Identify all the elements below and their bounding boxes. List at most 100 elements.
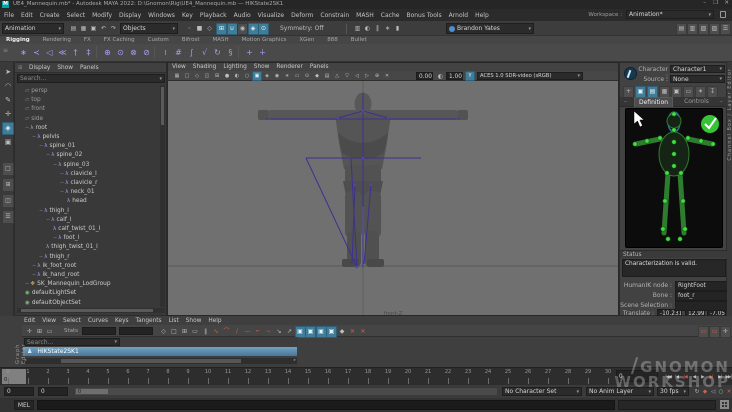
graph-editor-menu-list[interactable]: List [169, 318, 179, 324]
outliner-item-calf-l[interactable]: −λ calf_l [46, 216, 71, 224]
graph-editor-channel-row[interactable]: ♟ HIKState2SK1 [23, 347, 297, 356]
lasso-tool-icon[interactable]: ◠ [2, 80, 14, 93]
viewport-toggle-icon-0[interactable]: ▦ [172, 71, 182, 81]
outliner-item-foot-l[interactable]: −λ foot_l [53, 234, 79, 242]
viewport-toggle-icon-12[interactable]: ▭ [292, 71, 302, 81]
hik-control-rig-icon[interactable]: ‡ [83, 46, 94, 58]
unify-tangents-icon[interactable]: ▣ [315, 326, 327, 338]
shelf-tab-bifrost[interactable]: Bifrost [182, 37, 200, 43]
character-set-select[interactable]: No Character Set ▾ [502, 387, 582, 396]
move-tool-icon[interactable]: ✛ [2, 108, 14, 121]
swap-buffer-curve-icon[interactable]: ▭ [709, 326, 720, 338]
character-definition-map[interactable] [625, 108, 723, 248]
snap-to-curve-icon[interactable]: ∪ [226, 23, 238, 35]
expand-toggle-icon[interactable]: − [39, 143, 43, 149]
menu-modify[interactable]: Modify [92, 12, 112, 19]
minimize-button[interactable]: – [703, 0, 706, 6]
viewport-toggle-icon-1[interactable]: □ [182, 71, 192, 81]
viewport-toggle-icon-20[interactable]: ⊕ [372, 71, 382, 81]
expand-toggle-icon[interactable]: − [53, 235, 57, 241]
range-slider[interactable]: 0 [74, 387, 498, 396]
outliner-item-ik-foot-root[interactable]: −λ ik_foot_root [32, 262, 76, 270]
viewport-toggle-icon-9[interactable]: ◈ [262, 71, 272, 81]
command-input[interactable] [37, 400, 615, 410]
graph-editor-menu-tangents[interactable]: Tangents [136, 318, 162, 324]
expand-toggle-icon[interactable]: − [39, 254, 43, 260]
outliner-item-pelvis[interactable]: −λ pelvis [32, 133, 59, 141]
script-editor-icon[interactable] [720, 400, 729, 409]
panel-menu-icon[interactable]: ⊞ [18, 65, 22, 71]
break-tangents-icon[interactable]: ▣ [305, 326, 316, 338]
viewport-toggle-icon-8[interactable]: ▣ [252, 71, 262, 81]
snap-to-grid-icon[interactable]: ⊞ [216, 23, 227, 35]
lock-tangent-weight-icon[interactable]: ◆ [337, 326, 348, 338]
shelf-tab-fx[interactable]: FX [84, 37, 91, 43]
workspace-lock-icon[interactable] [720, 11, 726, 18]
expand-toggle-icon[interactable]: − [32, 263, 36, 269]
current-frame-field[interactable]: 0 [616, 370, 658, 382]
menu-playback[interactable]: Playback [200, 12, 227, 19]
shelf-tab-mash[interactable]: MASH [213, 37, 229, 43]
snap-to-point-icon[interactable]: ◉ [237, 23, 248, 35]
menu-arnold[interactable]: Arnold [449, 12, 468, 19]
layout-four-pane-icon[interactable]: ⊞ [2, 178, 14, 192]
connect-attributes-icon[interactable]: ∔ [257, 46, 268, 58]
expand-toggle-icon[interactable]: − [32, 272, 36, 278]
wire-tool-icon[interactable]: ↻ [212, 46, 223, 58]
shelf-tab-custom[interactable]: Custom [148, 37, 169, 43]
shelf-tab-rigging[interactable]: Rigging [6, 37, 30, 43]
shelf-menu-icon[interactable]: ≡ [3, 47, 8, 54]
outliner-item-sk-mannequin-lodgroup[interactable]: −❖ SK_Mannequin_LodGroup [25, 280, 111, 288]
viewport-toggle-icon-6[interactable]: ◐ [232, 71, 242, 81]
outliner-item-spine-03[interactable]: −λ spine_03 [53, 161, 89, 169]
viewport-menu-show[interactable]: Show [254, 64, 270, 70]
time-snap-icon[interactable]: ✕ [347, 326, 358, 338]
viewport-menu-shading[interactable]: Shading [193, 64, 217, 70]
expand-toggle-icon[interactable]: − [39, 208, 43, 214]
menu-file[interactable]: File [4, 12, 14, 19]
menu-create[interactable]: Create [40, 12, 60, 19]
viewport-toggle-icon-18[interactable]: ◁ [352, 71, 362, 81]
tab-overflow-left[interactable]: – [624, 98, 627, 105]
viewport-toggle-icon-11[interactable]: ∗ [282, 71, 292, 81]
outliner-item-front[interactable]: ▱ front [25, 105, 45, 113]
paint-select-tool-icon[interactable]: ✎ [2, 94, 14, 107]
viewport-toggle-icon-3[interactable]: ◫ [202, 71, 212, 81]
channel-box-icon[interactable]: ☰ [720, 23, 731, 35]
viewport-menu-lighting[interactable]: Lighting [223, 64, 246, 70]
scene-selection--field[interactable] [675, 301, 732, 311]
fps-select[interactable]: 30 fps ▾ [657, 387, 689, 396]
outliner-menu-display[interactable]: Display [29, 65, 50, 71]
redo-icon[interactable]: ↷ [108, 23, 119, 35]
raise-panels-icon[interactable]: ▤ [676, 23, 687, 35]
graph-editor-panel-title[interactable]: Graph Editor [15, 322, 27, 364]
menu-select[interactable]: Select [67, 12, 86, 19]
source-select[interactable]: None ▾ [670, 75, 725, 83]
lattice-deformer-icon[interactable]: # [173, 46, 184, 58]
viewport-toggle-icon-15[interactable]: ▤ [322, 71, 332, 81]
time-slider[interactable]: 0 0 1 2 3 4 5 6 7 8 9 10 11 12 13 14 15 16 17 18 19 20 21 22 23… [0, 367, 732, 385]
viewport-3d-view[interactable]: front-Z [168, 81, 618, 315]
colorspace-select[interactable]: ACES 1.0 SDR-video (sRGB) ▾ [477, 72, 583, 80]
expand-toggle-icon[interactable]: − [32, 134, 36, 140]
command-language-toggle[interactable]: MEL [14, 400, 34, 410]
selection-mask-field[interactable]: Objects ▾ [120, 23, 178, 34]
outliner-item-thigh-l[interactable]: −λ thigh_l [39, 207, 69, 215]
layout-outliner-persp-icon[interactable]: ☰ [2, 210, 14, 224]
select-component-icon[interactable]: ◇ [204, 23, 215, 35]
insert-joint-icon[interactable]: ≪ [57, 46, 68, 58]
outliner-item-root[interactable]: −λ root [25, 124, 47, 132]
graph-editor-menu-show[interactable]: Show [186, 318, 202, 324]
menu-key[interactable]: Key [182, 12, 193, 19]
graph-editor-menu-select[interactable]: Select [63, 318, 81, 324]
graph-editor-menu-keys[interactable]: Keys [115, 318, 129, 324]
viewport-toggle-icon-17[interactable]: ▽ [342, 71, 352, 81]
graph-editor-hscrollbar[interactable]: ◂ ▸ [23, 358, 297, 364]
viewport-toggle-icon-7[interactable]: ○ [242, 71, 252, 81]
ik-spline-handle-icon[interactable]: ◁ [44, 46, 55, 58]
user-account-select[interactable]: Brandon Yates ▾ [446, 23, 534, 34]
menu-deform[interactable]: Deform [291, 12, 313, 19]
animation-start-field[interactable]: 0 [4, 387, 34, 396]
maximize-button[interactable]: ❒ [713, 0, 718, 6]
outliner-vscrollbar[interactable] [160, 85, 165, 307]
